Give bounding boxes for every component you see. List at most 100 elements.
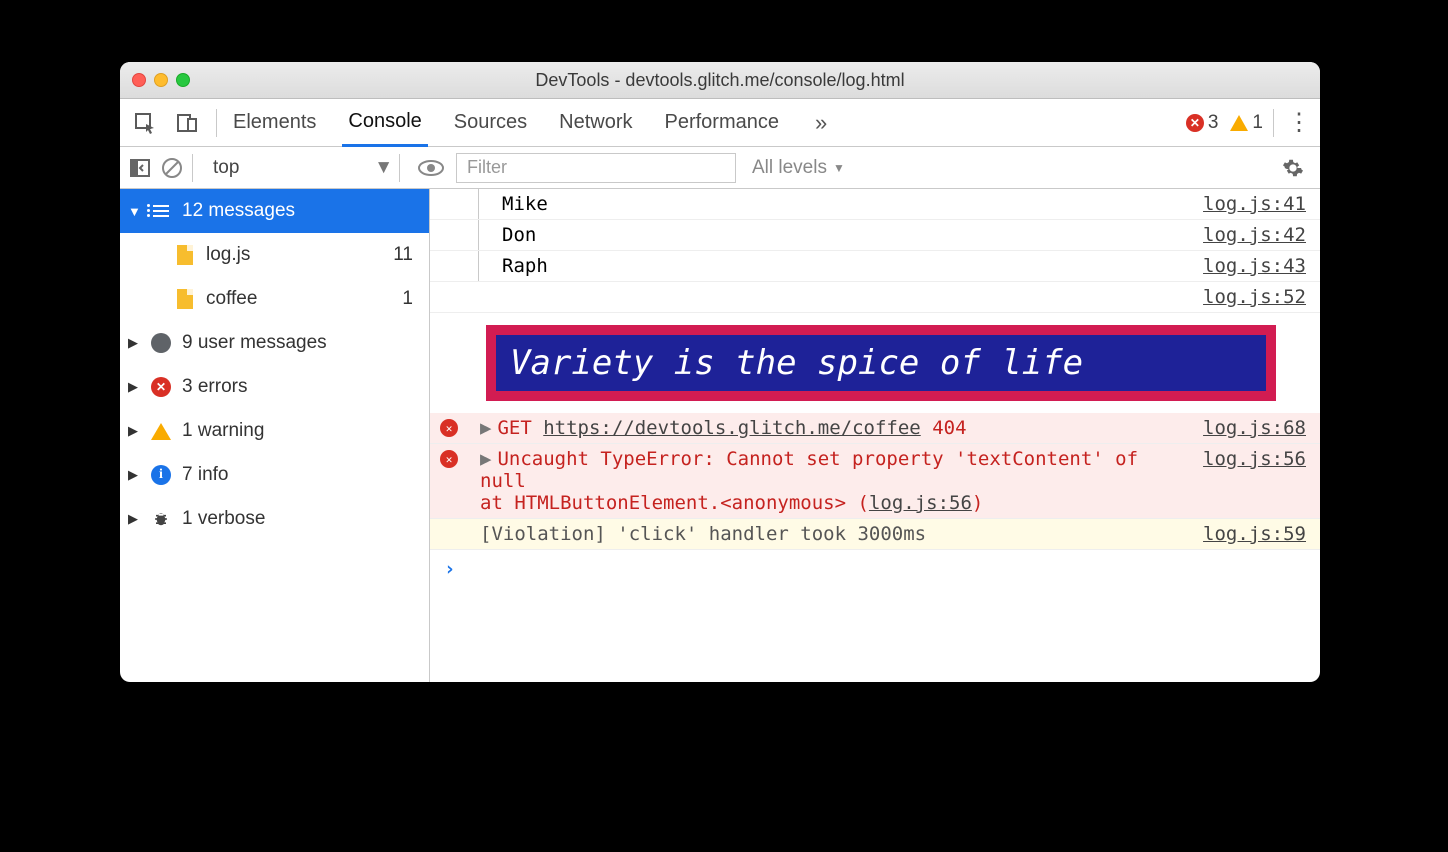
source-link[interactable]: log.js:52 bbox=[1183, 286, 1306, 308]
styled-log-text: Variety is the spice of life bbox=[486, 325, 1276, 401]
sidebar-item-label: coffee bbox=[206, 288, 257, 310]
filter-input[interactable] bbox=[456, 153, 736, 183]
clear-console-icon[interactable] bbox=[158, 157, 186, 179]
source-link[interactable]: log.js:59 bbox=[1183, 523, 1306, 545]
list-icon bbox=[150, 205, 172, 217]
sidebar-item-label: 1 warning bbox=[182, 420, 264, 442]
source-link[interactable]: log.js:43 bbox=[1183, 255, 1306, 277]
live-expression-icon[interactable] bbox=[418, 159, 444, 177]
chevron-down-icon: ▼ bbox=[833, 161, 845, 175]
inspect-icon[interactable] bbox=[126, 106, 164, 140]
divider bbox=[192, 154, 193, 182]
sidebar-item-label: log.js bbox=[206, 244, 250, 266]
stack-frame: at HTMLButtonElement.<anonymous> ( bbox=[480, 492, 869, 514]
main-area: ▼ 12 messages log.js 11 coffee 1 ▶ 9 use… bbox=[120, 189, 1320, 682]
tab-elements[interactable]: Elements bbox=[227, 99, 322, 146]
styled-log-row: Variety is the spice of life bbox=[430, 313, 1320, 413]
violation-row[interactable]: [Violation] 'click' handler took 3000ms … bbox=[430, 519, 1320, 550]
tab-sources[interactable]: Sources bbox=[448, 99, 533, 146]
error-row[interactable]: ✕ ▶ GET https://devtools.glitch.me/coffe… bbox=[430, 413, 1320, 444]
file-icon bbox=[174, 245, 196, 265]
sidebar-toggle-icon[interactable] bbox=[126, 159, 154, 177]
sidebar-item-user-messages[interactable]: ▶ 9 user messages bbox=[120, 321, 429, 365]
tab-performance[interactable]: Performance bbox=[659, 99, 786, 146]
log-levels-selector[interactable]: All levels ▼ bbox=[752, 157, 845, 179]
sidebar-item-errors[interactable]: ▶ ✕ 3 errors bbox=[120, 365, 429, 409]
file-icon bbox=[174, 289, 196, 309]
warning-badge[interactable]: 1 bbox=[1230, 112, 1263, 134]
tab-console[interactable]: Console bbox=[342, 100, 427, 147]
error-icon: ✕ bbox=[440, 419, 458, 437]
sidebar-item-label: 1 verbose bbox=[182, 508, 265, 530]
sidebar-item-label: 12 messages bbox=[182, 200, 295, 222]
warning-icon bbox=[1230, 115, 1248, 131]
error-icon: ✕ bbox=[150, 377, 172, 397]
log-text: Mike bbox=[502, 193, 548, 215]
error-icon: ✕ bbox=[440, 450, 458, 468]
settings-icon[interactable] bbox=[1282, 157, 1304, 179]
warning-count: 1 bbox=[1252, 112, 1263, 134]
info-icon: i bbox=[150, 465, 172, 485]
source-link[interactable]: log.js:68 bbox=[1183, 417, 1306, 439]
sidebar-item-info[interactable]: ▶ i 7 info bbox=[120, 453, 429, 497]
titlebar: DevTools - devtools.glitch.me/console/lo… bbox=[120, 62, 1320, 99]
sidebar-item-count: 1 bbox=[402, 288, 413, 310]
device-toggle-icon[interactable] bbox=[168, 106, 206, 140]
chevron-right-icon: ▶ bbox=[128, 511, 140, 527]
sidebar-item-count: 11 bbox=[393, 244, 413, 266]
console-prompt[interactable]: › bbox=[430, 550, 1320, 588]
log-text: Don bbox=[502, 224, 536, 246]
log-text: Raph bbox=[502, 255, 548, 277]
violation-text: [Violation] 'click' handler took 3000ms bbox=[480, 523, 926, 545]
error-badge[interactable]: ✕ 3 bbox=[1186, 112, 1219, 134]
divider bbox=[216, 109, 217, 137]
log-row[interactable]: Raph log.js:43 bbox=[430, 251, 1320, 282]
http-status: 404 bbox=[932, 417, 966, 439]
sidebar-item-label: 9 user messages bbox=[182, 332, 327, 354]
divider bbox=[1273, 109, 1274, 137]
error-icon: ✕ bbox=[1186, 114, 1204, 132]
main-toolbar: Elements Console Sources Network Perform… bbox=[120, 99, 1320, 147]
chevron-right-icon: ▶ bbox=[128, 379, 140, 395]
prompt-icon: › bbox=[444, 558, 455, 580]
kebab-menu-icon[interactable]: ⋮ bbox=[1284, 108, 1314, 137]
sidebar-item-label: 3 errors bbox=[182, 376, 247, 398]
sidebar-file-item[interactable]: log.js 11 bbox=[120, 233, 429, 277]
sidebar-item-label: 7 info bbox=[182, 464, 228, 486]
window-title: DevTools - devtools.glitch.me/console/lo… bbox=[120, 70, 1320, 91]
sidebar-file-item[interactable]: coffee 1 bbox=[120, 277, 429, 321]
source-link[interactable]: log.js:56 bbox=[1183, 448, 1306, 514]
http-method: GET bbox=[497, 417, 531, 439]
chevron-right-icon: ▶ bbox=[480, 417, 491, 439]
console-sidebar: ▼ 12 messages log.js 11 coffee 1 ▶ 9 use… bbox=[120, 189, 430, 682]
request-url[interactable]: https://devtools.glitch.me/coffee bbox=[543, 417, 921, 439]
chevron-down-icon: ▼ bbox=[128, 204, 140, 219]
tab-network[interactable]: Network bbox=[553, 99, 638, 146]
levels-label: All levels bbox=[752, 157, 827, 179]
warning-icon bbox=[150, 423, 172, 440]
devtools-window: DevTools - devtools.glitch.me/console/lo… bbox=[120, 62, 1320, 682]
divider bbox=[399, 154, 400, 182]
console-toolbar: top ▼ All levels ▼ bbox=[120, 147, 1320, 189]
console-output: Mike log.js:41 Don log.js:42 Raph log.js… bbox=[430, 189, 1320, 682]
error-row[interactable]: ✕ ▶Uncaught TypeError: Cannot set proper… bbox=[430, 444, 1320, 519]
chevron-right-icon: ▶ bbox=[128, 423, 140, 439]
more-tabs-icon[interactable]: » bbox=[815, 110, 827, 136]
context-label: top bbox=[213, 157, 239, 179]
error-message: Uncaught TypeError: Cannot set property … bbox=[480, 448, 1138, 492]
log-row[interactable]: Don log.js:42 bbox=[430, 220, 1320, 251]
sidebar-item-verbose[interactable]: ▶ 1 verbose bbox=[120, 497, 429, 541]
chevron-right-icon: ▶ bbox=[128, 335, 140, 351]
sidebar-item-warnings[interactable]: ▶ 1 warning bbox=[120, 409, 429, 453]
chevron-right-icon: ▶ bbox=[128, 467, 140, 483]
log-row[interactable]: log.js:52 bbox=[430, 282, 1320, 313]
source-link[interactable]: log.js:56 bbox=[869, 492, 972, 514]
context-selector[interactable]: top ▼ bbox=[213, 157, 393, 179]
source-link[interactable]: log.js:41 bbox=[1183, 193, 1306, 215]
error-count: 3 bbox=[1208, 112, 1219, 134]
sidebar-item-messages[interactable]: ▼ 12 messages bbox=[120, 189, 429, 233]
source-link[interactable]: log.js:42 bbox=[1183, 224, 1306, 246]
log-row[interactable]: Mike log.js:41 bbox=[430, 189, 1320, 220]
panel-tabs: Elements Console Sources Network Perform… bbox=[227, 99, 827, 146]
chevron-right-icon: ▶ bbox=[480, 448, 491, 470]
